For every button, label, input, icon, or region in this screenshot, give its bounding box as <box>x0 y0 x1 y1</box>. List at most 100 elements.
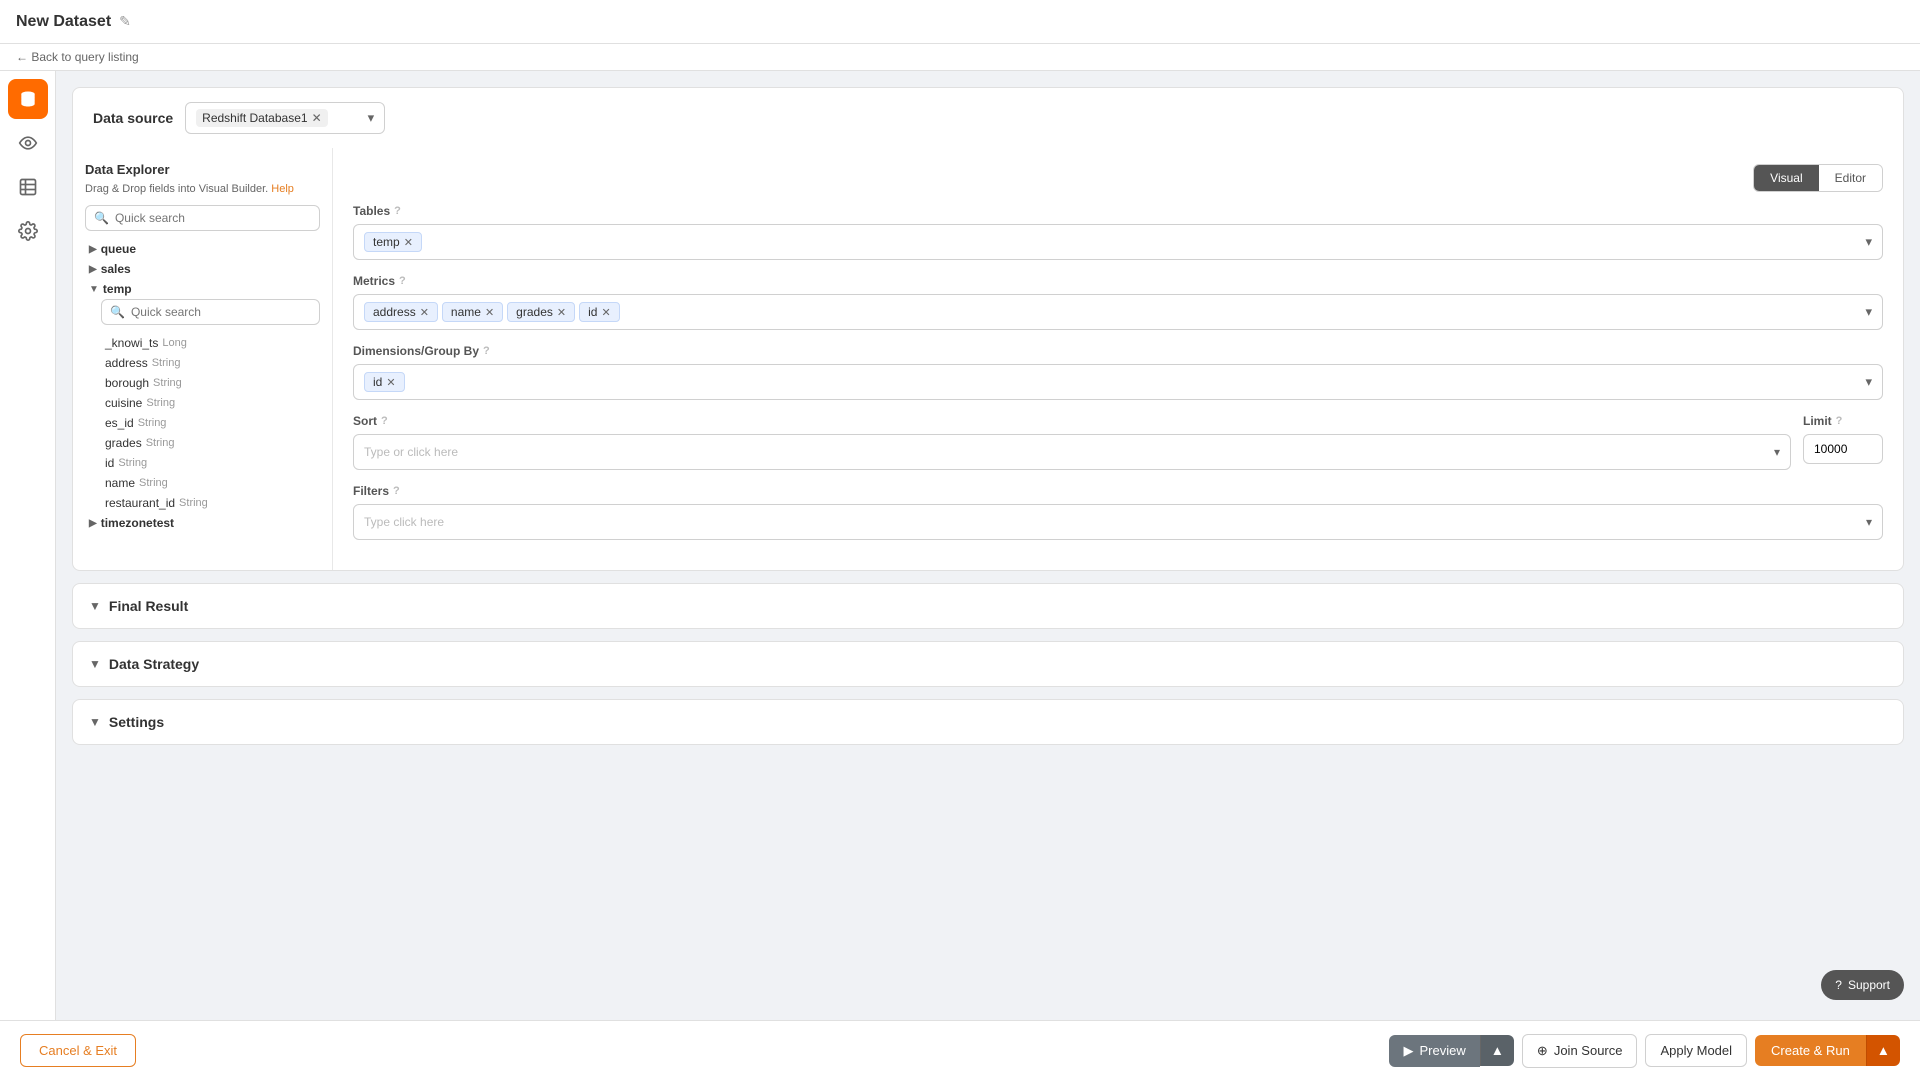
sort-limit-row: Sort ? Type or click here ▾ Limit <box>353 414 1883 470</box>
tree-item-temp[interactable]: ▼ temp <box>85 279 320 299</box>
page-title: New Dataset <box>16 13 111 31</box>
data-explorer-title: Data Explorer <box>85 162 320 177</box>
metrics-select[interactable]: address ✕ name ✕ grades ✕ id ✕ ▾ <box>353 294 1883 330</box>
datasource-select[interactable]: Redshift Database1 ✕ ▾ <box>185 102 385 134</box>
datasource-tag: Redshift Database1 ✕ <box>196 109 327 127</box>
preview-button[interactable]: ▶ Preview <box>1389 1035 1479 1067</box>
apply-model-button[interactable]: Apply Model <box>1645 1034 1747 1067</box>
dimensions-select[interactable]: id ✕ ▾ <box>353 364 1883 400</box>
editor-toggle-btn[interactable]: Editor <box>1819 165 1882 191</box>
dimensions-chip-id: id ✕ <box>364 372 405 392</box>
visual-builder-area: Visual Editor Tables ? temp ✕ <box>333 148 1903 570</box>
final-result-title: Final Result <box>109 598 188 614</box>
metrics-chip-address: address ✕ <box>364 302 438 322</box>
preview-caret-button[interactable]: ▲ <box>1480 1035 1514 1066</box>
play-icon: ▶ <box>1403 1043 1413 1059</box>
field-cuisine[interactable]: cuisine String <box>101 393 320 413</box>
data-explorer-subtitle: Drag & Drop fields into Visual Builder. … <box>85 183 320 195</box>
field-borough[interactable]: borough String <box>101 373 320 393</box>
visual-toggle-btn[interactable]: Visual <box>1754 165 1818 191</box>
datasource-remove-btn[interactable]: ✕ <box>312 111 322 125</box>
data-strategy-header[interactable]: ▼ Data Strategy <box>73 642 1903 686</box>
sidebar-icon-database[interactable] <box>8 79 48 119</box>
settings-title: Settings <box>109 714 164 730</box>
field-knowi-ts[interactable]: _knowi_ts Long <box>101 333 320 353</box>
quick-search-input-1[interactable] <box>115 211 311 225</box>
tree-item-timezonetest[interactable]: ▶ timezonetest <box>85 513 320 533</box>
caret-up-icon: ▲ <box>1491 1043 1504 1058</box>
create-run-caret-button[interactable]: ▲ <box>1866 1035 1900 1066</box>
metrics-chip-name-remove[interactable]: ✕ <box>485 306 494 319</box>
chevron-right-icon-2: ▶ <box>89 264 97 275</box>
tables-caret-icon: ▾ <box>1865 234 1872 250</box>
field-es-id[interactable]: es_id String <box>101 413 320 433</box>
search-icon-2: 🔍 <box>110 305 125 319</box>
final-result-header[interactable]: ▼ Final Result <box>73 584 1903 628</box>
chevron-down-icon: ▼ <box>89 284 99 295</box>
limit-input[interactable] <box>1803 434 1883 464</box>
filters-caret-icon: ▾ <box>1866 515 1872 529</box>
dimensions-label: Dimensions/Group By <box>353 344 479 358</box>
back-link[interactable]: ← Back to query listing <box>16 50 139 64</box>
sidebar-icon-gear[interactable] <box>8 211 48 251</box>
caret-up-icon-2: ▲ <box>1877 1043 1890 1058</box>
sort-section: Sort ? Type or click here ▾ <box>353 414 1791 470</box>
metrics-chip-grades-remove[interactable]: ✕ <box>557 306 566 319</box>
create-run-button[interactable]: Create & Run <box>1755 1035 1866 1066</box>
cancel-exit-button[interactable]: Cancel & Exit <box>20 1034 136 1067</box>
sort-input[interactable]: Type or click here ▾ <box>353 434 1791 470</box>
metrics-chip-address-remove[interactable]: ✕ <box>420 306 429 319</box>
tree-item-sales[interactable]: ▶ sales <box>85 259 320 279</box>
field-name[interactable]: name String <box>101 473 320 493</box>
create-run-group: Create & Run ▲ <box>1755 1035 1900 1066</box>
join-source-button[interactable]: ⊕ Join Source <box>1522 1034 1638 1068</box>
limit-help-icon[interactable]: ? <box>1836 415 1843 427</box>
settings-header[interactable]: ▼ Settings <box>73 700 1903 744</box>
datasource-label: Data source <box>93 110 173 126</box>
metrics-help-icon[interactable]: ? <box>399 275 406 287</box>
help-link[interactable]: Help <box>271 183 294 195</box>
preview-group: ▶ Preview ▲ <box>1389 1035 1513 1067</box>
limit-section: Limit ? <box>1803 414 1883 464</box>
field-restaurant-id[interactable]: restaurant_id String <box>101 493 320 513</box>
search-icon-1: 🔍 <box>94 211 109 225</box>
settings-card: ▼ Settings <box>72 699 1904 745</box>
tables-chip-remove[interactable]: ✕ <box>404 236 413 249</box>
support-button[interactable]: ? Support <box>1821 970 1904 1000</box>
dimensions-caret-icon: ▾ <box>1865 374 1872 390</box>
metrics-chip-id-remove[interactable]: ✕ <box>601 306 610 319</box>
sidebar-icon-eye[interactable] <box>8 123 48 163</box>
sidebar-icon-table[interactable] <box>8 167 48 207</box>
tables-help-icon[interactable]: ? <box>394 205 401 217</box>
sidebar <box>0 71 56 1047</box>
dimensions-help-icon[interactable]: ? <box>483 345 490 357</box>
tables-label: Tables <box>353 204 390 218</box>
filters-help-icon[interactable]: ? <box>393 485 400 497</box>
filters-input[interactable]: Type click here ▾ <box>353 504 1883 540</box>
quick-search-2[interactable]: 🔍 <box>101 299 320 325</box>
bottom-bar: Cancel & Exit ▶ Preview ▲ ⊕ Join Source … <box>0 1020 1920 1080</box>
data-explorer-panel: Data Explorer Drag & Drop fields into Vi… <box>73 148 333 570</box>
metrics-caret-icon: ▾ <box>1865 304 1872 320</box>
metrics-chip-id: id ✕ <box>579 302 620 322</box>
quick-search-1[interactable]: 🔍 <box>85 205 320 231</box>
tables-select[interactable]: temp ✕ ▾ <box>353 224 1883 260</box>
chevron-right-icon-3: ▶ <box>89 518 97 529</box>
edit-icon[interactable]: ✎ <box>119 13 131 30</box>
metrics-label: Metrics <box>353 274 395 288</box>
tables-section: Tables ? temp ✕ ▾ <box>353 204 1883 260</box>
data-strategy-title: Data Strategy <box>109 656 199 672</box>
field-address[interactable]: address String <box>101 353 320 373</box>
sort-help-icon[interactable]: ? <box>381 415 388 427</box>
field-id[interactable]: id String <box>101 453 320 473</box>
filters-section: Filters ? Type click here ▾ <box>353 484 1883 540</box>
quick-search-input-2[interactable] <box>131 305 311 319</box>
sort-label: Sort <box>353 414 377 428</box>
tables-chip-temp: temp ✕ <box>364 232 422 252</box>
tree-item-queue[interactable]: ▶ queue <box>85 239 320 259</box>
field-grades[interactable]: grades String <box>101 433 320 453</box>
plus-circle-icon: ⊕ <box>1537 1043 1548 1059</box>
metrics-section: Metrics ? address ✕ name ✕ grades ✕ id ✕… <box>353 274 1883 330</box>
dimensions-chip-id-remove[interactable]: ✕ <box>386 376 395 389</box>
right-buttons-group: ▶ Preview ▲ ⊕ Join Source Apply Model Cr… <box>1389 1034 1900 1068</box>
